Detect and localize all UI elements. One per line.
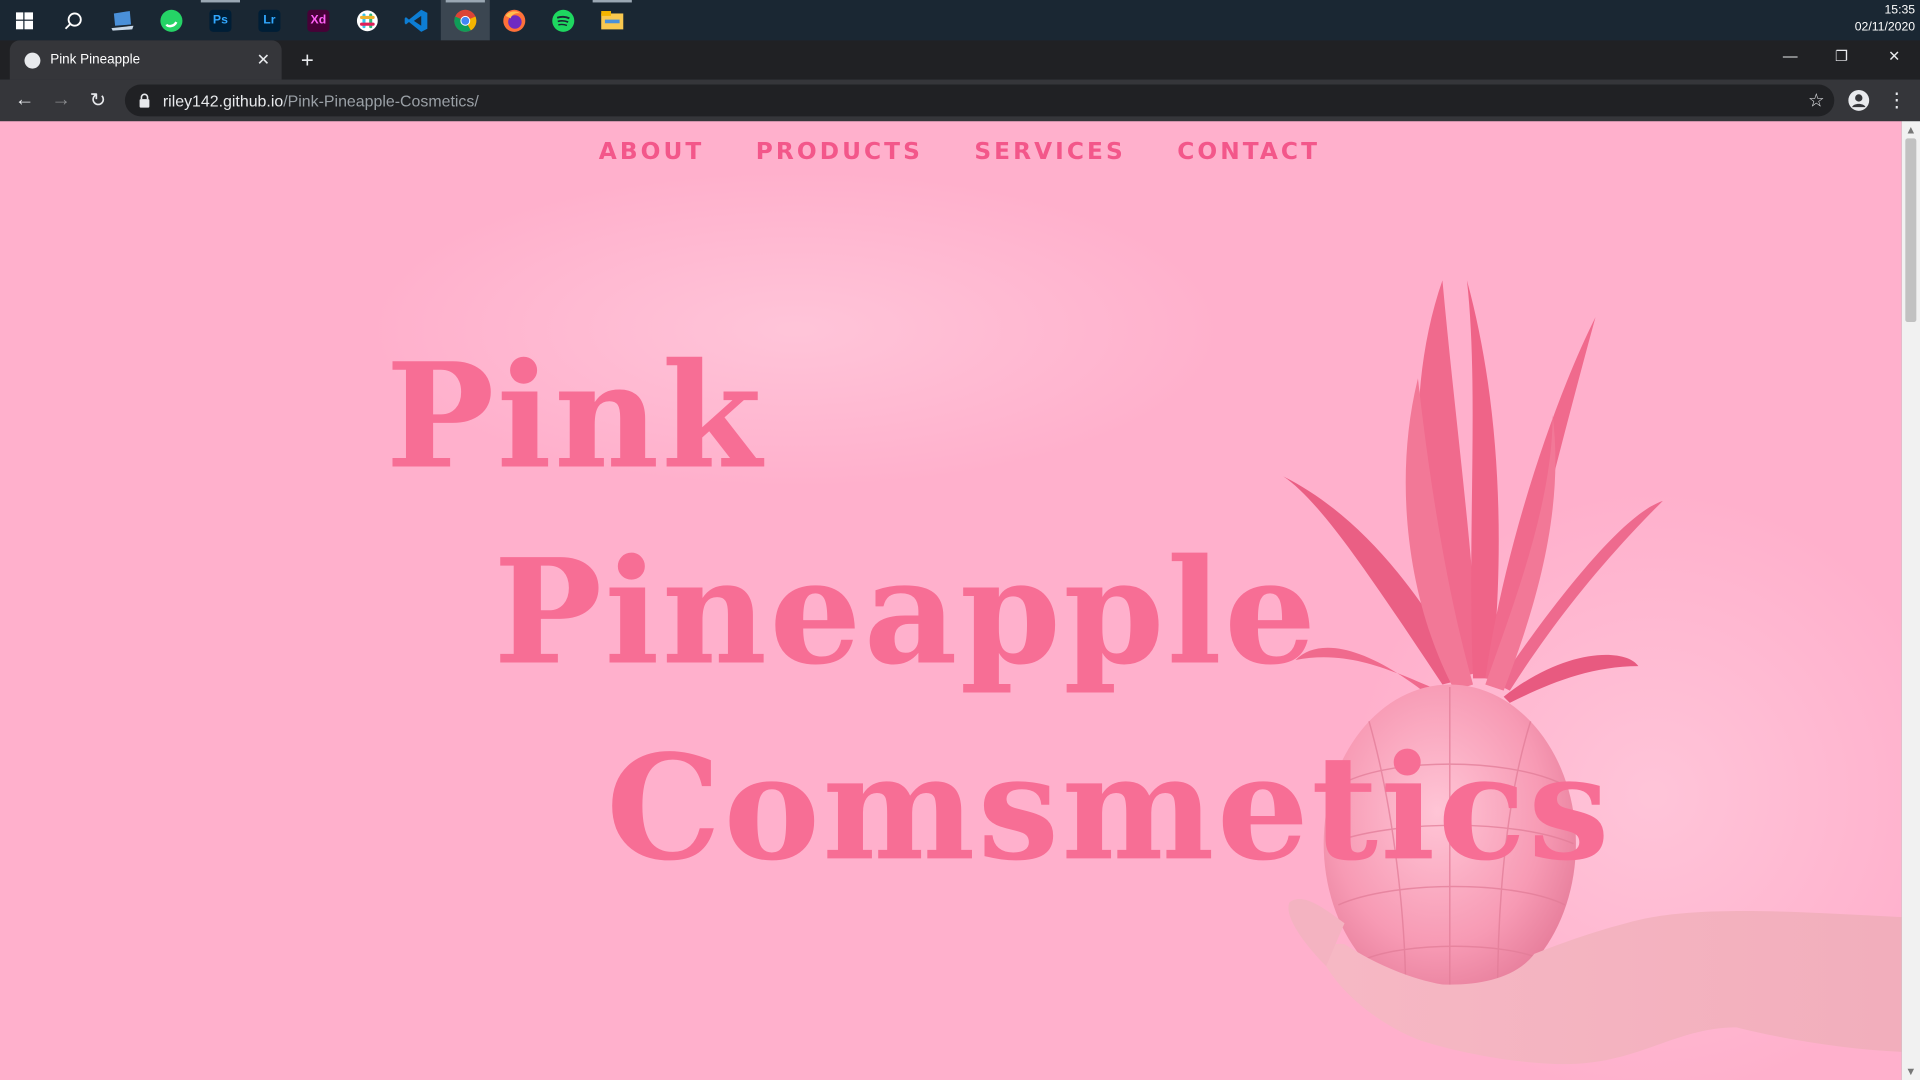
scrollbar-thumb[interactable] <box>1905 138 1917 323</box>
tab-close-icon[interactable]: ✕ <box>252 50 274 70</box>
url-path: /Pink-Pineapple-Cosmetics/ <box>283 91 479 110</box>
minimize-button[interactable]: — <box>1764 40 1815 72</box>
vscode-icon[interactable] <box>392 0 441 40</box>
xd-icon[interactable]: Xd <box>294 0 343 40</box>
taskbar: Ps Lr Xd 15:35 02/11/2020 <box>0 0 1920 41</box>
nav-link-contact[interactable]: CONTACT <box>1177 133 1320 170</box>
scroll-down-icon[interactable]: ▼ <box>1902 1063 1920 1080</box>
browser-toolbar: ← → ↻ riley142.github.io/Pink-Pineapple-… <box>0 79 1920 122</box>
browser-menu-icon[interactable]: ⋮ <box>1881 86 1913 115</box>
chrome-icon[interactable] <box>440 0 490 41</box>
lock-icon <box>139 93 150 108</box>
search-icon[interactable] <box>49 0 98 40</box>
whatsapp-icon[interactable] <box>147 0 196 40</box>
main-nav: ABOUT PRODUCTS SERVICES CONTACT <box>0 133 1902 170</box>
restore-button[interactable]: ❐ <box>1816 40 1867 72</box>
firefox-icon[interactable] <box>490 0 539 40</box>
spotify-icon[interactable] <box>539 0 588 40</box>
page-scrollbar[interactable]: ▲ ▼ <box>1901 121 1920 1080</box>
photoshop-icon[interactable]: Ps <box>196 0 245 40</box>
nav-link-about[interactable]: ABOUT <box>599 133 705 170</box>
close-window-button[interactable]: ✕ <box>1869 40 1920 72</box>
clock-time: 15:35 <box>1884 3 1916 18</box>
scroll-up-icon[interactable]: ▲ <box>1902 121 1920 138</box>
hero-title-line-3: Comsmetics <box>606 722 1613 893</box>
nav-link-services[interactable]: SERVICES <box>974 133 1125 170</box>
browser-tabstrip: Pink Pineapple ✕ + — ❐ ✕ <box>0 40 1920 80</box>
profile-avatar-icon[interactable] <box>1843 86 1875 115</box>
tab-title: Pink Pineapple <box>50 52 141 68</box>
new-tab-button[interactable]: + <box>291 44 323 76</box>
reload-icon[interactable]: ↻ <box>82 86 114 115</box>
slack-icon[interactable] <box>343 0 392 40</box>
windows-start-icon[interactable] <box>0 0 49 40</box>
globe-favicon-icon <box>24 52 41 68</box>
url-host: riley142.github.io <box>162 91 284 110</box>
pineapple-in-hand-image <box>1283 280 1902 1065</box>
back-arrow-icon[interactable]: ← <box>9 86 41 115</box>
lightroom-icon[interactable]: Lr <box>245 0 294 40</box>
system-clock[interactable]: 15:35 02/11/2020 <box>1817 2 1915 36</box>
hero-title-line-2: Pineapple <box>493 526 1319 697</box>
file-explorer-icon[interactable] <box>588 0 637 40</box>
address-bar[interactable]: riley142.github.io/Pink-Pineapple-Cosmet… <box>124 84 1835 117</box>
hero-title-line-1: Pink <box>385 330 765 501</box>
clock-date: 02/11/2020 <box>1854 20 1916 35</box>
url-text: riley142.github.io/Pink-Pineapple-Cosmet… <box>163 91 1808 109</box>
page-viewport: ABOUT PRODUCTS SERVICES CONTACT Pink Pin… <box>0 121 1902 1080</box>
forward-arrow-icon[interactable]: → <box>45 86 77 115</box>
nav-link-products[interactable]: PRODUCTS <box>756 133 923 170</box>
bookmark-star-icon[interactable]: ☆ <box>1808 89 1824 112</box>
file-transfer-app-icon[interactable] <box>98 0 147 40</box>
browser-tab-active[interactable]: Pink Pineapple ✕ <box>9 40 282 80</box>
